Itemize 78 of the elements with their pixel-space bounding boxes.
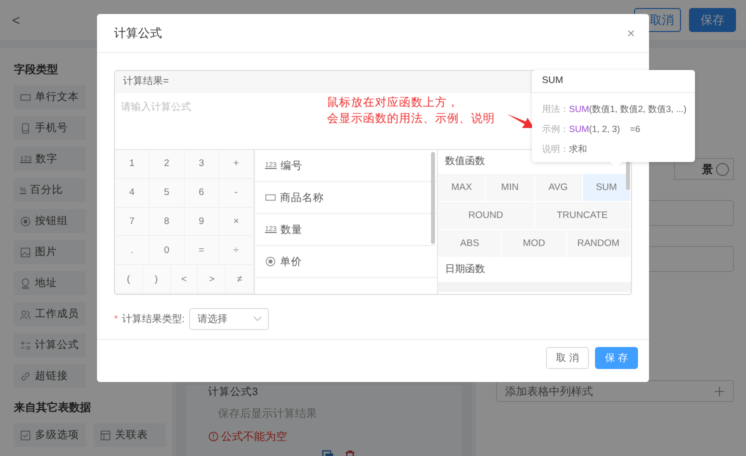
close-button[interactable]: × — [626, 25, 635, 41]
keypad-key[interactable]: 0 — [150, 236, 184, 264]
function-item[interactable]: ABS — [438, 230, 502, 258]
tooltip-line: 说明：求和 — [541, 143, 588, 156]
tooltip-line: 用法：SUM(数值1, 数值2, 数值3, ...) — [541, 103, 688, 116]
field-type-item[interactable]: 计算公式 — [14, 333, 86, 357]
dialog-title: 计算公式 — [114, 24, 162, 42]
field-type-item[interactable]: 单行文本 — [14, 85, 86, 109]
cancel-button[interactable]: 取 消 — [546, 347, 589, 369]
keypad-key[interactable]: ÷ — [219, 236, 254, 264]
phone-icon — [20, 122, 31, 134]
field-type-item[interactable]: 图片 — [14, 240, 86, 264]
radio-icon — [20, 216, 31, 226]
save-button[interactable]: 保存 — [689, 8, 736, 32]
table-icon — [100, 430, 111, 440]
field-type-item[interactable]: 关联表 — [94, 423, 166, 447]
text-field-icon — [20, 92, 31, 102]
keypad-key[interactable]: 1 — [115, 150, 150, 178]
section-title: 字段类型 — [14, 62, 59, 77]
field-type-item[interactable]: 多级选项 — [14, 423, 86, 447]
annotation-text: 鼠标放在对应函数上方， 会显示函数的用法、示例、说明 — [327, 95, 495, 127]
keypad-key[interactable]: 9 — [184, 208, 220, 236]
function-item[interactable]: TRUNCATE — [534, 202, 631, 230]
text-field-icon — [265, 192, 276, 203]
required-mark: * — [114, 314, 118, 324]
chevron-down-icon — [252, 316, 262, 322]
function-item[interactable]: MOD — [502, 230, 567, 258]
warning-icon — [208, 431, 219, 442]
people-icon — [20, 308, 31, 320]
image-icon — [20, 246, 31, 258]
keypad-key[interactable]: 5 — [150, 178, 184, 207]
add-column-style-button[interactable]: 添加表格中列样式 — [496, 380, 734, 402]
checkbox-icon — [20, 430, 31, 440]
function-item[interactable]: MAX — [438, 174, 486, 202]
keypad-key[interactable]: 6 — [184, 178, 220, 207]
back-button[interactable]: < — [8, 12, 24, 28]
function-group-title: 数值函数 — [444, 155, 486, 169]
tooltip-line: 示例：SUM(1, 2, 3) =6 — [541, 123, 642, 136]
tooltip-title: SUM — [532, 70, 695, 93]
keypad-key[interactable]: = — [184, 236, 220, 264]
keypad-key[interactable]: < — [170, 265, 198, 293]
result-type-label: 计算结果类型: — [122, 312, 185, 326]
keypad-key[interactable]: ( — [115, 265, 143, 293]
keypad-key[interactable]: 3 — [184, 150, 220, 178]
field-type-item[interactable]: 手机号 — [14, 116, 86, 140]
keypad-key[interactable]: 2 — [150, 150, 184, 178]
scrollbar[interactable] — [431, 152, 435, 244]
section-title: 来自其它表数据 — [14, 400, 92, 415]
function-item[interactable]: AVG — [534, 174, 583, 202]
keypad-key[interactable]: . — [115, 236, 150, 264]
radio-icon — [265, 256, 276, 267]
keypad-key[interactable]: × — [219, 208, 254, 236]
save-button[interactable]: 保 存 — [595, 347, 638, 369]
keypad-key[interactable]: 8 — [150, 208, 184, 236]
function-item[interactable]: RANDOM — [566, 230, 631, 258]
keypad-key[interactable]: 7 — [115, 208, 150, 236]
function-group-title: 日期函数 — [444, 262, 486, 277]
keypad-key[interactable]: ) — [142, 265, 171, 293]
function-item[interactable]: ROUND — [438, 202, 534, 230]
field-type-item[interactable]: 按钮组 — [14, 209, 86, 233]
link-icon — [20, 370, 31, 382]
field-type-item[interactable]: 地址 — [14, 271, 86, 295]
function-item[interactable]: SUM — [582, 174, 631, 202]
keypad-key[interactable]: - — [219, 178, 254, 207]
keypad-key[interactable]: > — [198, 265, 226, 293]
keypad-key[interactable]: ≠ — [226, 265, 254, 293]
result-type-select[interactable]: 请选择 — [188, 308, 269, 330]
plus-icon — [714, 386, 725, 396]
location-pin-icon — [20, 278, 31, 288]
annotation-arrow — [507, 113, 535, 130]
field-type-item[interactable]: 超链接 — [14, 364, 86, 388]
function-item[interactable]: MIN — [486, 174, 534, 202]
calculator-icon — [20, 340, 31, 350]
field-type-item[interactable]: 工作成员 — [14, 302, 86, 326]
keypad-key[interactable]: + — [219, 150, 254, 178]
error-message: 公式不能为空 — [221, 430, 287, 444]
field-label: 计算公式3 — [208, 387, 259, 398]
keypad-key[interactable]: 4 — [115, 178, 150, 207]
